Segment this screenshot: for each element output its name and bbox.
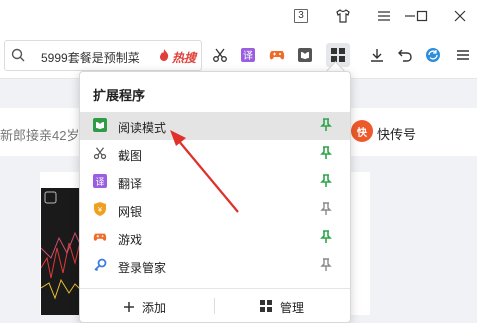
annotation-arrow [170,130,239,213]
